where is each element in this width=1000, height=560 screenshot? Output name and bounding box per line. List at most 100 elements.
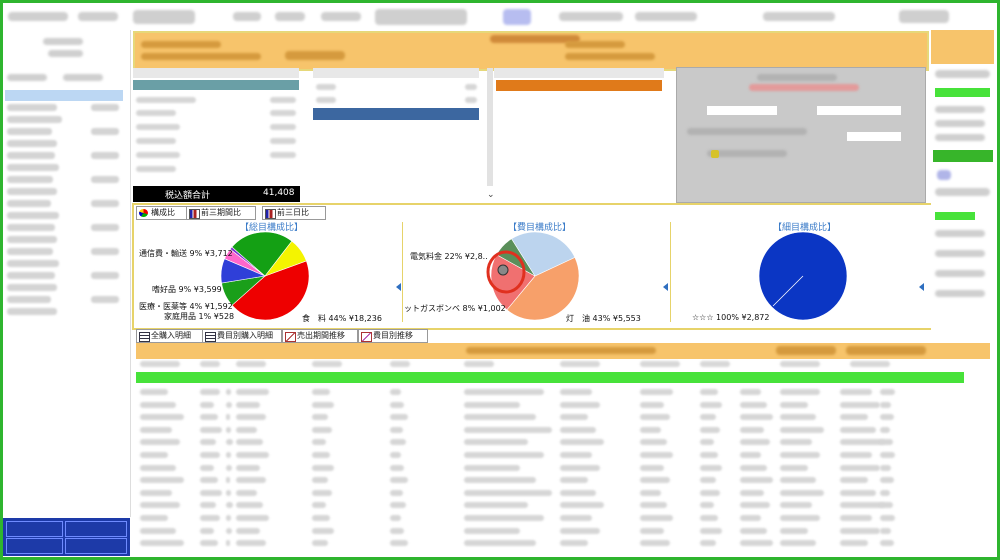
table-cell[interactable] bbox=[880, 414, 894, 421]
table-cell[interactable] bbox=[740, 452, 761, 458]
table-cell[interactable] bbox=[700, 426, 720, 433]
table-cell[interactable] bbox=[640, 527, 664, 534]
table-header-cell[interactable] bbox=[640, 361, 680, 367]
table-header-cell[interactable] bbox=[560, 361, 600, 367]
table-cell[interactable] bbox=[700, 464, 722, 471]
table-cell[interactable] bbox=[140, 464, 176, 471]
tab-sales-trend[interactable]: 売出期間推移 bbox=[282, 329, 358, 343]
table-cell[interactable] bbox=[236, 527, 260, 534]
table-cell[interactable] bbox=[390, 439, 406, 446]
table-cell[interactable] bbox=[140, 426, 172, 433]
table-cell[interactable] bbox=[140, 414, 184, 421]
table-cell[interactable] bbox=[200, 414, 218, 421]
table-cell[interactable] bbox=[780, 452, 820, 458]
table-cell[interactable] bbox=[236, 401, 260, 408]
table-cell[interactable] bbox=[140, 452, 168, 458]
table-cell[interactable] bbox=[560, 414, 588, 421]
table-cell[interactable] bbox=[740, 540, 773, 547]
table-cell[interactable] bbox=[700, 401, 722, 408]
table-cell[interactable] bbox=[700, 389, 718, 395]
table-cell[interactable] bbox=[780, 515, 820, 521]
table-cell[interactable] bbox=[780, 527, 808, 534]
table-cell[interactable] bbox=[840, 477, 868, 484]
table-cell[interactable] bbox=[464, 464, 520, 471]
table-cell[interactable] bbox=[226, 452, 231, 458]
table-cell[interactable] bbox=[390, 540, 408, 547]
table-cell[interactable] bbox=[312, 414, 328, 421]
table-cell[interactable] bbox=[880, 401, 892, 408]
table-cell[interactable] bbox=[200, 489, 222, 496]
table-cell[interactable] bbox=[464, 389, 544, 395]
right-highlight[interactable] bbox=[935, 212, 975, 220]
table-cell[interactable] bbox=[700, 477, 716, 484]
table-header-cell[interactable] bbox=[312, 361, 342, 367]
table-cell[interactable] bbox=[780, 401, 808, 408]
table-cell[interactable] bbox=[560, 401, 600, 408]
table-cell[interactable] bbox=[312, 502, 326, 509]
table-cell[interactable] bbox=[740, 464, 767, 471]
tab-all-purchases[interactable]: 全購入明細 bbox=[136, 329, 204, 343]
table-cell[interactable] bbox=[200, 515, 220, 521]
table-cell[interactable] bbox=[200, 439, 216, 446]
table-cell[interactable] bbox=[140, 389, 168, 395]
table-cell[interactable] bbox=[880, 439, 893, 446]
table-cell[interactable] bbox=[226, 401, 232, 408]
table-cell[interactable] bbox=[780, 477, 816, 484]
table-cell[interactable] bbox=[464, 540, 536, 547]
table-cell[interactable] bbox=[200, 464, 214, 471]
table-cell[interactable] bbox=[700, 452, 718, 458]
table-cell[interactable] bbox=[640, 414, 670, 421]
table-cell[interactable] bbox=[780, 389, 820, 395]
table-cell[interactable] bbox=[840, 389, 872, 395]
table-cell[interactable] bbox=[390, 464, 405, 471]
table-cell[interactable] bbox=[200, 401, 214, 408]
table-cell[interactable] bbox=[390, 401, 405, 408]
tab-category-trend[interactable]: 費目別推移 bbox=[358, 329, 428, 343]
table-cell[interactable] bbox=[640, 540, 670, 547]
table-cell[interactable] bbox=[780, 426, 824, 433]
filter-options[interactable] bbox=[846, 346, 926, 355]
table-cell[interactable] bbox=[840, 452, 872, 458]
table-cell[interactable] bbox=[640, 489, 661, 496]
table-cell[interactable] bbox=[640, 389, 673, 395]
table-cell[interactable] bbox=[880, 515, 896, 521]
table-cell[interactable] bbox=[740, 477, 773, 484]
table-header-cell[interactable] bbox=[700, 361, 730, 367]
table-cell[interactable] bbox=[140, 489, 172, 496]
table-cell[interactable] bbox=[312, 464, 334, 471]
table-cell[interactable] bbox=[560, 502, 604, 509]
table-cell[interactable] bbox=[640, 439, 667, 446]
table-cell[interactable] bbox=[880, 540, 894, 547]
table-cell[interactable] bbox=[740, 515, 761, 521]
table-cell[interactable] bbox=[312, 426, 332, 433]
table-cell[interactable] bbox=[200, 426, 222, 433]
table-cell[interactable] bbox=[740, 426, 764, 433]
table-cell[interactable] bbox=[560, 515, 592, 521]
table-cell[interactable] bbox=[780, 439, 812, 446]
table-cell[interactable] bbox=[312, 527, 334, 534]
table-cell[interactable] bbox=[880, 452, 896, 458]
table-cell[interactable] bbox=[880, 464, 892, 471]
table-cell[interactable] bbox=[880, 489, 890, 496]
table-cell[interactable] bbox=[390, 414, 408, 421]
table-cell[interactable] bbox=[840, 414, 868, 421]
table-cell[interactable] bbox=[880, 389, 896, 395]
table-cell[interactable] bbox=[140, 502, 180, 509]
table-cell[interactable] bbox=[236, 452, 269, 458]
table-cell[interactable] bbox=[312, 389, 330, 395]
table-cell[interactable] bbox=[312, 489, 332, 496]
table-cell[interactable] bbox=[312, 540, 328, 547]
table-cell[interactable] bbox=[560, 439, 604, 446]
table-cell[interactable] bbox=[140, 527, 176, 534]
table-header-cell[interactable] bbox=[780, 361, 820, 367]
table-cell[interactable] bbox=[390, 426, 403, 433]
table-cell[interactable] bbox=[226, 515, 231, 521]
table-cell[interactable] bbox=[840, 401, 880, 408]
right-highlight[interactable] bbox=[933, 150, 993, 162]
table-cell[interactable] bbox=[464, 489, 552, 496]
table-cell[interactable] bbox=[140, 401, 176, 408]
table-cell[interactable] bbox=[390, 477, 408, 484]
table-cell[interactable] bbox=[640, 477, 670, 484]
table-cell[interactable] bbox=[840, 515, 872, 521]
table-cell[interactable] bbox=[740, 389, 761, 395]
